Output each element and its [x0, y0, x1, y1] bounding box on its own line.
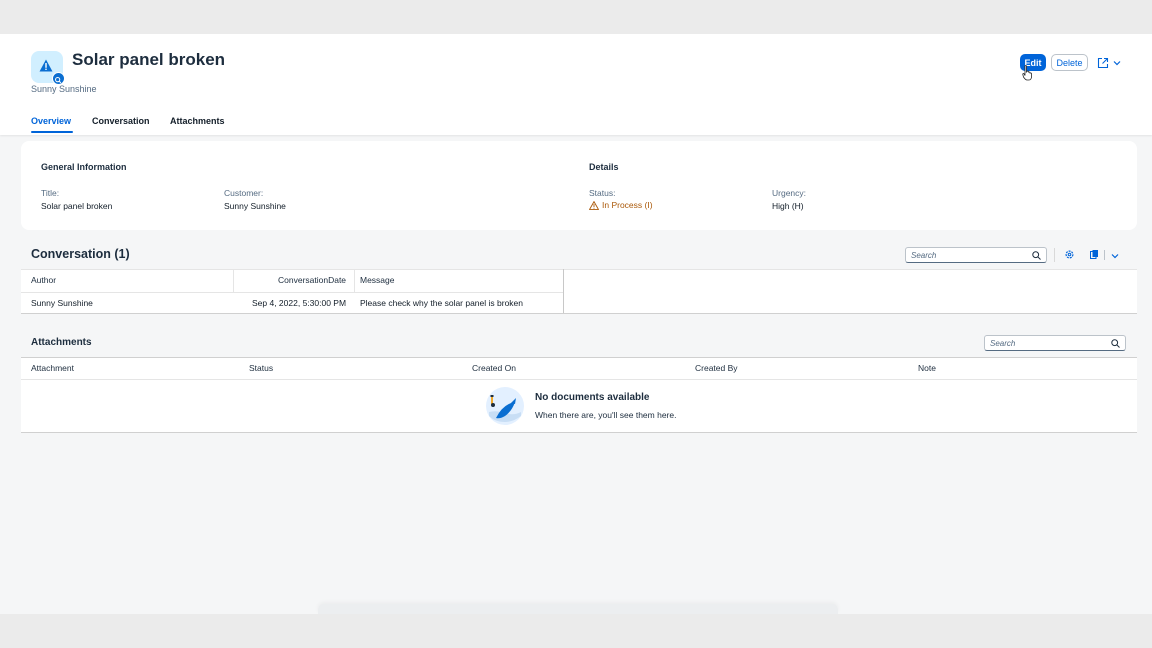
conversation-table: Author ConversationDate Message Sunny Su…: [21, 269, 1137, 314]
page-title: Solar panel broken: [72, 50, 226, 69]
column-header-attachment[interactable]: Attachment: [31, 363, 74, 373]
object-page: Solar panel broken Sunny Sunshine Edit D…: [0, 34, 1152, 614]
cell-message: Please check why the solar panel is brok…: [360, 298, 524, 308]
footer-toolbar-shadow: [318, 604, 838, 614]
column-divider: [563, 269, 564, 313]
details-heading: Details: [589, 162, 619, 172]
cell-author: Sunny Sunshine: [31, 298, 93, 308]
search-icon[interactable]: [1111, 339, 1120, 348]
object-avatar: [31, 51, 65, 85]
title-value: Solar panel broken: [41, 201, 113, 211]
column-divider: [233, 269, 234, 292]
chevron-down-icon[interactable]: [1113, 59, 1121, 67]
toolbar-separator: [1054, 248, 1055, 262]
share-icon[interactable]: [1097, 57, 1109, 69]
column-header-created-by[interactable]: Created By: [695, 363, 738, 373]
column-header-author[interactable]: Author: [31, 275, 56, 285]
toolbar-separator: [1104, 250, 1105, 260]
table-bottom-border: [21, 432, 1137, 433]
chevron-down-icon[interactable]: [1111, 252, 1119, 260]
urgency-label: Urgency:: [772, 188, 807, 198]
search-placeholder: Search: [911, 251, 937, 260]
status-label: Status:: [589, 188, 616, 198]
tab-conversation[interactable]: Conversation: [92, 116, 150, 126]
customer-value: Sunny Sunshine: [224, 201, 286, 211]
export-icon[interactable]: [1089, 249, 1100, 260]
status-text: In Process (I): [602, 200, 653, 210]
settings-icon[interactable]: [1064, 249, 1075, 260]
conversation-search-input[interactable]: Search: [905, 247, 1047, 263]
general-information-card: General Information Title: Solar panel b…: [21, 141, 1137, 230]
mouse-pointer-icon: [1022, 65, 1032, 81]
column-header-conversation-date[interactable]: ConversationDate: [278, 275, 346, 285]
empty-state-illustration: [486, 387, 524, 425]
column-divider: [354, 269, 355, 292]
search-placeholder: Search: [990, 339, 1016, 348]
delete-button[interactable]: Delete: [1051, 54, 1088, 71]
general-information-heading: General Information: [41, 162, 127, 172]
status-value: In Process (I): [589, 200, 653, 210]
tab-overview[interactable]: Overview: [31, 116, 71, 126]
column-header-message[interactable]: Message: [360, 275, 395, 285]
browser-bottom-band: [0, 614, 1152, 648]
warning-icon: [39, 59, 53, 72]
cell-conversation-date: Sep 4, 2022, 5:30:00 PM: [252, 298, 347, 308]
attachments-heading: Attachments: [31, 337, 92, 348]
search-icon[interactable]: [1032, 251, 1041, 260]
empty-state-title: No documents available: [535, 392, 650, 403]
table-top-border: [21, 269, 1137, 270]
tab-attachments[interactable]: Attachments: [170, 116, 225, 126]
empty-state-subtitle: When there are, you'll see them here.: [535, 410, 677, 420]
title-label: Title:: [41, 188, 60, 198]
object-header: Solar panel broken Sunny Sunshine Edit D…: [0, 34, 1152, 135]
browser-top-band: [0, 0, 1152, 34]
column-header-note[interactable]: Note: [918, 363, 936, 373]
urgency-value: High (H): [772, 201, 804, 211]
column-header-created-on[interactable]: Created On: [472, 363, 516, 373]
tab-active-indicator: [31, 131, 73, 133]
page-subtitle: Sunny Sunshine: [31, 84, 97, 94]
table-header-border: [21, 292, 564, 293]
conversation-heading: Conversation (1): [31, 247, 130, 261]
column-header-status[interactable]: Status: [249, 363, 273, 373]
attachments-search-input[interactable]: Search: [984, 335, 1126, 351]
customer-label: Customer:: [224, 188, 264, 198]
table-header-border: [21, 379, 1137, 380]
table-top-border: [21, 357, 1137, 358]
table-bottom-border: [21, 313, 1137, 314]
warning-icon: [589, 200, 599, 210]
